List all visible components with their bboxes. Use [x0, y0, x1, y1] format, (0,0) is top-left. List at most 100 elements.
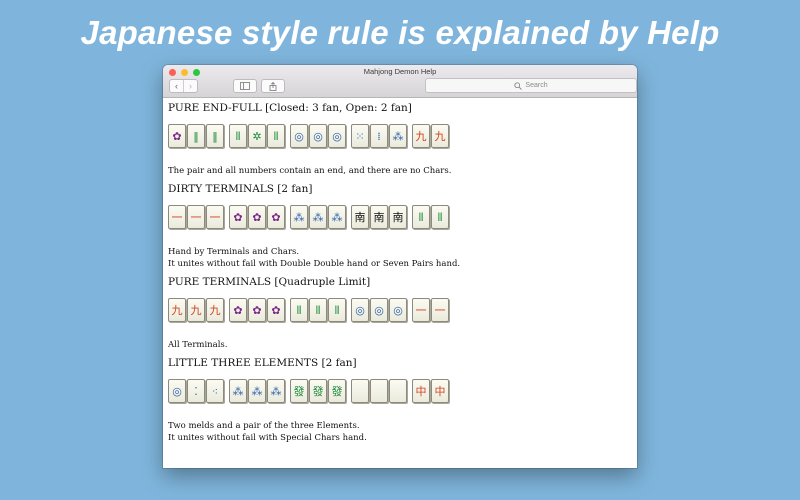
tile-group: 發發發: [290, 379, 347, 405]
tile-group: ⦀ ⦀: [412, 205, 450, 231]
mahjong-tile: 九: [168, 298, 186, 322]
mahjong-tile: ⁂: [309, 205, 327, 229]
mahjong-tile: ⁂: [229, 379, 247, 403]
tile-group: 九九九: [168, 298, 225, 324]
hand-section: PURE END-FULL [Closed: 3 fan, Open: 2 fa…: [168, 102, 637, 177]
mahjong-tile: ✿: [267, 205, 285, 229]
hand-section: DIRTY TERMINALS [2 fan] 一一一 ✿ ✿ ✿ ⁂ ⁂ ⁂ 南南南 ⦀ ⦀ Han…: [168, 183, 637, 270]
mahjong-tile: ⦀: [290, 298, 308, 322]
mahjong-tile: ◎: [389, 298, 407, 322]
mahjong-tile: ⁂: [248, 379, 266, 403]
mahjong-tile: ⁂: [389, 124, 407, 148]
mahjong-tile: ⦀: [267, 124, 285, 148]
search-placeholder: Search: [525, 82, 548, 89]
mahjong-tile: ⦀: [431, 205, 449, 229]
mahjong-tile: [370, 379, 388, 403]
hand-heading: DIRTY TERMINALS [2 fan]: [168, 183, 313, 195]
mahjong-tile: ✿: [248, 205, 266, 229]
tile-group: 南南南: [351, 205, 408, 231]
mahjong-tile: [389, 379, 407, 403]
mahjong-tile: 南: [389, 205, 407, 229]
mahjong-tile: ✿: [267, 298, 285, 322]
mahjong-tile: ◎: [351, 298, 369, 322]
mahjong-tile: 發: [290, 379, 308, 403]
tile-group: 中中: [412, 379, 450, 405]
mahjong-tile: ✲: [248, 124, 266, 148]
mahjong-tile: ◎: [168, 379, 186, 403]
mahjong-tile: ⦀: [309, 298, 327, 322]
mahjong-tile: ◎: [290, 124, 308, 148]
tile-group: ◎ ⁚ ⁖: [168, 379, 225, 405]
tile-row: ✿ ‖ ‖ ⦀ ✲ ⦀ ◎ ◎ ◎ ⁙ ⁞ ⁂ 九九: [168, 124, 637, 150]
forward-button[interactable]: ›: [183, 80, 197, 92]
tile-group: ◎ ◎ ◎: [290, 124, 347, 150]
tile-group: ✿ ‖ ‖: [168, 124, 225, 150]
description-line: Hand by Terminals and Chars.: [168, 247, 300, 257]
tile-group: ⦀ ✲ ⦀: [229, 124, 286, 150]
mahjong-tile: 九: [431, 124, 449, 148]
sidebar-icon: [240, 82, 250, 90]
mahjong-tile: 南: [370, 205, 388, 229]
mahjong-tile: ⁙: [351, 124, 369, 148]
mahjong-tile: 中: [431, 379, 449, 403]
hand-description: Two melds and a pair of the three Elemen…: [168, 420, 637, 444]
tile-group: 九九: [412, 124, 450, 150]
back-button[interactable]: ‹: [170, 80, 183, 92]
tile-row: 九九九 ✿ ✿ ✿ ⦀ ⦀ ⦀ ◎ ◎ ◎ 一一: [168, 298, 637, 324]
mahjong-tile: 發: [328, 379, 346, 403]
tile-group: ⁂ ⁂ ⁂: [290, 205, 347, 231]
mahjong-tile: 九: [206, 298, 224, 322]
mahjong-tile: ‖: [187, 124, 205, 148]
mahjong-tile: ✿: [229, 205, 247, 229]
tile-row: ◎ ⁚ ⁖ ⁂ ⁂ ⁂ 發發發 中中: [168, 379, 637, 405]
window-title: Mahjong Demon Help: [363, 67, 437, 76]
mahjong-tile: 一: [431, 298, 449, 322]
hand-heading: PURE END-FULL [Closed: 3 fan, Open: 2 fa…: [168, 102, 412, 114]
tile-group: 一一: [412, 298, 450, 324]
nav-buttons: ‹ ›: [169, 79, 198, 93]
tile-group: ✿ ✿ ✿: [229, 205, 286, 231]
hand-heading: PURE TERMINALS [Quadruple Limit]: [168, 276, 371, 288]
mahjong-tile: 一: [206, 205, 224, 229]
hand-description: All Terminals.: [168, 339, 637, 351]
mahjong-tile: [351, 379, 369, 403]
sidebar-button[interactable]: [233, 79, 257, 93]
mahjong-tile: 九: [412, 124, 430, 148]
mahjong-tile: 九: [187, 298, 205, 322]
description-line: It unites without fail with Special Char…: [168, 433, 367, 443]
forward-icon: ›: [189, 81, 192, 91]
mahjong-tile: ◎: [309, 124, 327, 148]
mahjong-tile: 中: [412, 379, 430, 403]
mahjong-tile: ✿: [229, 298, 247, 322]
tile-group: ⁙ ⁞ ⁂: [351, 124, 408, 150]
mahjong-tile: 一: [168, 205, 186, 229]
mahjong-tile: ✿: [248, 298, 266, 322]
mahjong-tile: ⁂: [328, 205, 346, 229]
search-field[interactable]: Search: [425, 78, 637, 93]
tile-group: ⁂ ⁂ ⁂: [229, 379, 286, 405]
tile-group: 一一一: [168, 205, 225, 231]
share-icon: [269, 81, 277, 91]
promo-banner: Japanese style rule is explained by Help: [80, 14, 720, 51]
description-line: It unites without fail with Double Doubl…: [168, 259, 461, 269]
mahjong-tile: ⦀: [229, 124, 247, 148]
description-line: All Terminals.: [168, 340, 228, 350]
mahjong-tile: ✿: [168, 124, 186, 148]
mahjong-tile: ⁂: [290, 205, 308, 229]
tile-group: ⦀ ⦀ ⦀: [290, 298, 347, 324]
hand-heading: LITTLE THREE ELEMENTS [2 fan]: [168, 357, 357, 369]
help-content[interactable]: PURE END-FULL [Closed: 3 fan, Open: 2 fa…: [163, 98, 637, 468]
tile-group: ✿ ✿ ✿: [229, 298, 286, 324]
tile-group: [351, 379, 408, 405]
mahjong-tile: ⁞: [370, 124, 388, 148]
back-icon: ‹: [175, 81, 178, 91]
hand-section: LITTLE THREE ELEMENTS [2 fan] ◎ ⁚ ⁖ ⁂ ⁂ ⁂ 發發發 中中…: [168, 357, 637, 444]
title-bar: Mahjong Demon Help ‹ › Search: [163, 65, 637, 98]
hand-description: Hand by Terminals and Chars. It unites wi…: [168, 246, 637, 270]
mahjong-tile: 一: [412, 298, 430, 322]
description-line: Two melds and a pair of the three Elemen…: [168, 421, 360, 431]
mahjong-tile: ⁖: [206, 379, 224, 403]
share-button[interactable]: [261, 79, 285, 93]
mahjong-tile: 南: [351, 205, 369, 229]
hand-section: PURE TERMINALS [Quadruple Limit] 九九九 ✿ ✿ ✿ ⦀ ⦀…: [168, 276, 637, 351]
